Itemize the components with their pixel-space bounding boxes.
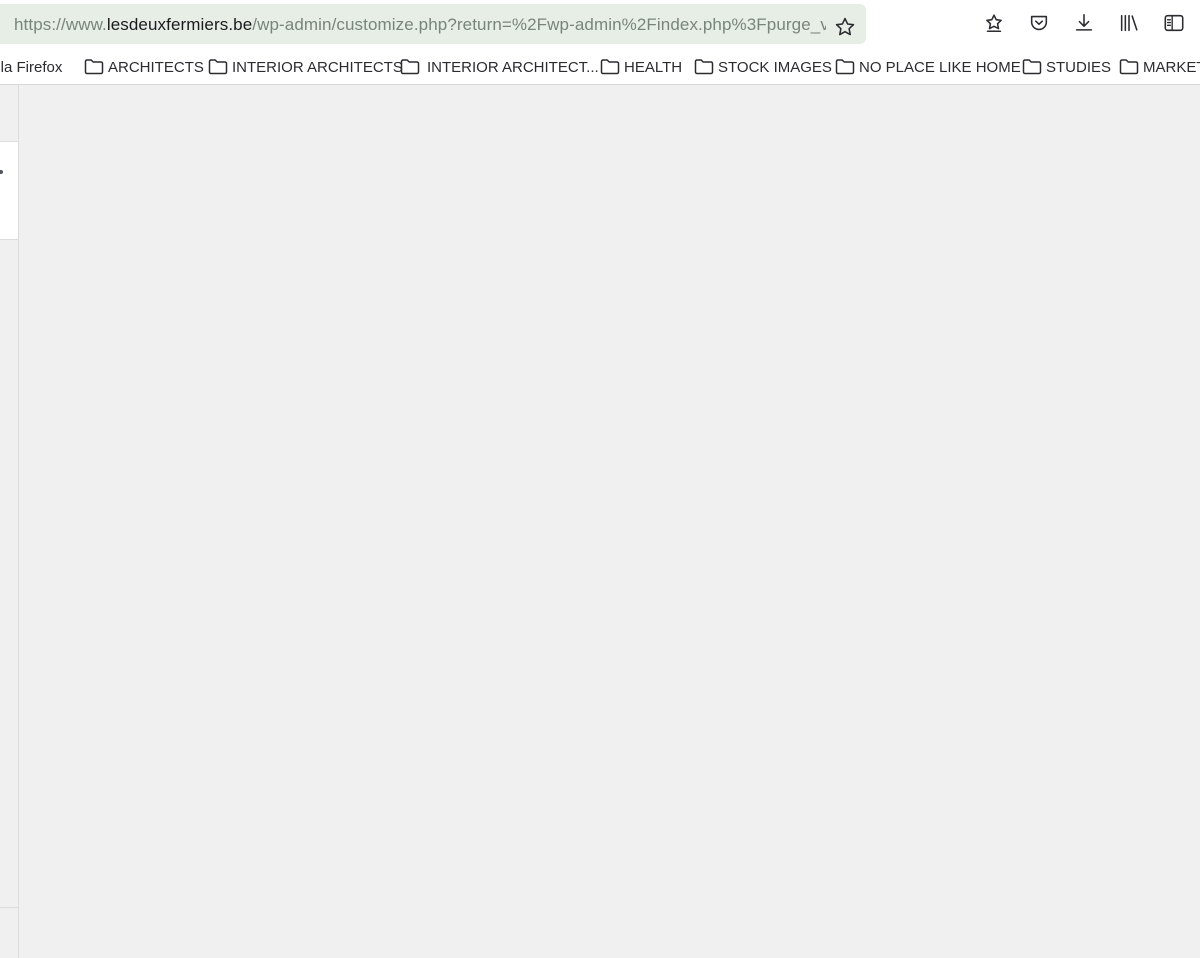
pocket-icon[interactable] [1028,12,1050,34]
folder-icon [600,58,620,76]
bookmark-label: MARKET [1143,59,1200,76]
browser-toolbar: https://www.lesdeuxfermiers.be/wp-admin/… [0,0,1200,50]
folder-icon [1119,58,1139,76]
customizer-preview-area [0,85,1200,958]
library-icon[interactable] [1118,12,1140,34]
sidebar-icon[interactable] [1163,12,1185,34]
folder-icon [1022,58,1042,76]
folder-icon [694,58,714,76]
bookmark-label: illa Firefox [0,59,63,76]
url-path: /wp-admin/customize.php?return=%2Fwp-adm… [252,15,826,34]
bookmark-label: INTERIOR ARCHITECT... [427,59,599,76]
folder-icon [208,58,228,76]
download-icon[interactable] [1073,12,1095,34]
bookmark-star-icon[interactable] [983,12,1005,34]
bookmark-label: STUDIES [1046,59,1112,76]
customizer-sidebar-edge [0,85,19,958]
panel-card-marker [0,170,3,174]
folder-icon [835,58,855,76]
folder-icon [84,58,104,76]
url-text[interactable]: https://www.lesdeuxfermiers.be/wp-admin/… [14,15,826,35]
customizer-panel-card[interactable] [0,141,18,240]
url-scheme: https://www. [14,15,107,34]
bookmarks-toolbar: illa Firefox ARCHITECTS INTERIOR ARCHITE… [0,50,1200,85]
bookmark-label: INTERIOR ARCHITECTS [232,59,403,76]
folder-icon [400,58,420,76]
bookmark-label: ARCHITECTS [108,59,204,76]
bookmark-label: HEALTH [624,59,683,76]
bookmark-label: STOCK IMAGES [718,59,832,76]
url-domain: lesdeuxfermiers.be [106,15,253,34]
bookmark-label: NO PLACE LIKE HOME [859,59,1021,76]
customizer-footer-divider [0,907,18,908]
url-bar[interactable]: https://www.lesdeuxfermiers.be/wp-admin/… [0,4,866,44]
bookmark-page-star-icon[interactable] [834,16,856,38]
